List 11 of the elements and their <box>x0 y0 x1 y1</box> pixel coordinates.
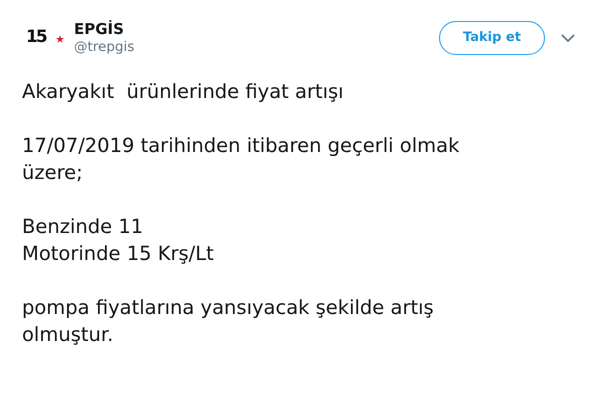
account-name[interactable]: EPGİS <box>74 20 134 38</box>
tweet-text-line: 17/07/2019 tarihinden itibaren geçerli olmak <box>22 133 460 159</box>
tweet-text-line: Akaryakıt ürünlerinde fiyat artışı <box>22 79 345 105</box>
tweet-text-line: Motorinde 15 Krş/Lt <box>22 241 215 267</box>
tweet-text-line: Benzinde 11 <box>22 214 144 240</box>
chevron-down-icon[interactable] <box>561 34 575 42</box>
tweet-text-line: olmuştur. <box>22 322 114 348</box>
tweet-text-line: pompa fiyatlarına yansıyacak şekilde artış <box>22 295 435 321</box>
follow-button[interactable]: Takip et <box>439 21 545 55</box>
account-handle[interactable]: @trepgis <box>74 38 134 56</box>
tweet-text-line: üzere; <box>22 160 84 186</box>
